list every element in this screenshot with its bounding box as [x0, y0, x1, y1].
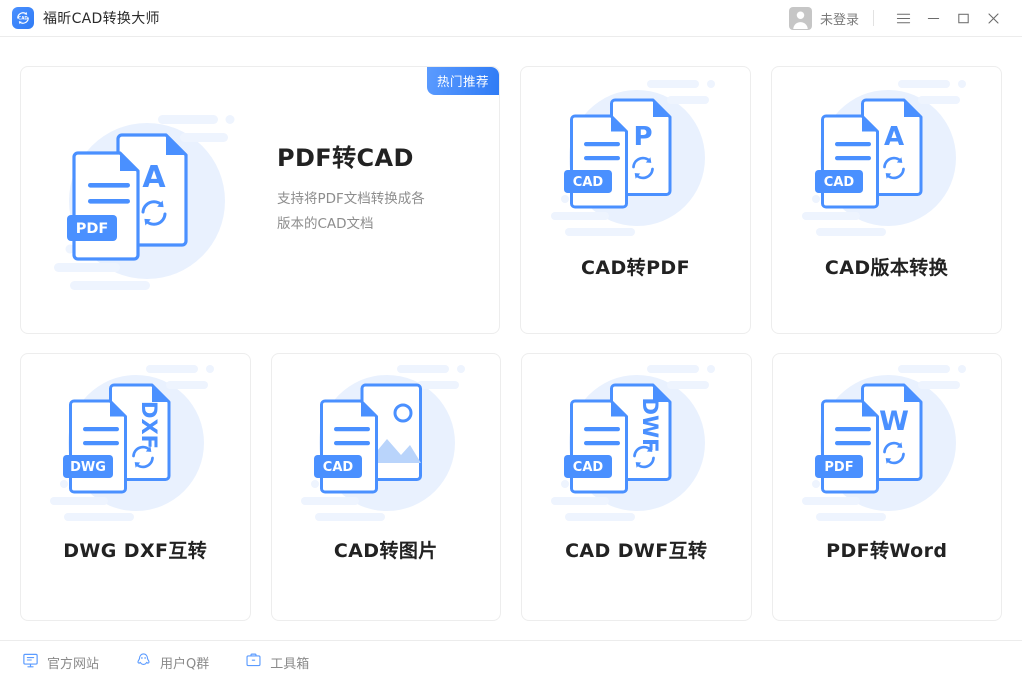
svg-text:CAD: CAD: [18, 16, 28, 21]
card-title: CAD转PDF: [581, 253, 690, 280]
close-icon[interactable]: [978, 5, 1008, 31]
feature-row-1: 热门推荐: [20, 66, 1002, 334]
card-title: PDF转Word: [826, 536, 947, 563]
app-window: CAD 福昕CAD转换大师 未登录: [0, 0, 1022, 684]
svg-text:CAD: CAD: [823, 175, 854, 190]
feature-row-2: DXF: [20, 353, 1002, 621]
cad-version-convert-icon: A: [772, 67, 1001, 253]
card-cad-to-pdf[interactable]: P: [520, 66, 751, 334]
footer-label: 用户Q群: [160, 653, 209, 672]
maximize-icon[interactable]: [948, 5, 978, 31]
monitor-icon: [22, 652, 39, 674]
card-cad-to-image[interactable]: CAD CAD转图片: [271, 353, 502, 621]
featured-title: PDF转CAD: [277, 138, 475, 173]
featured-description: 支持将PDF文档转换成各 版本的CAD文档: [277, 187, 462, 237]
hot-recommend-badge: 热门推荐: [427, 67, 499, 95]
qq-penguin-icon: [135, 652, 152, 674]
footer-label: 官方网站: [47, 653, 99, 672]
cad-refresh-logo-icon: CAD: [12, 7, 34, 29]
footer-item-toolbox[interactable]: 工具箱: [245, 652, 309, 674]
dwg-dxf-convert-icon: DXF: [21, 354, 250, 536]
card-cad-dwf-convert[interactable]: DWF: [521, 353, 752, 621]
feature-grid: 热门推荐: [0, 37, 1022, 640]
minimize-icon[interactable]: [918, 5, 948, 31]
svg-text:CAD: CAD: [323, 460, 354, 475]
card-dwg-dxf-convert[interactable]: DXF: [20, 353, 251, 621]
footer-bar: 官方网站 用户Q群 工具箱: [0, 640, 1022, 684]
svg-text:A: A: [883, 122, 903, 152]
app-title: 福昕CAD转换大师: [43, 8, 160, 28]
cad-dwf-convert-icon: DWF: [522, 354, 751, 536]
footer-item-official-website[interactable]: 官方网站: [22, 652, 99, 674]
card-title: CAD DWF互转: [565, 536, 707, 563]
cad-to-pdf-icon: P: [521, 67, 750, 253]
pdf-to-word-icon: W: [773, 354, 1002, 536]
featured-desc-line-1: 支持将PDF文档转换成各: [277, 187, 462, 212]
card-pdf-to-word[interactable]: W: [772, 353, 1003, 621]
cad-to-image-icon: CAD: [272, 354, 501, 536]
svg-text:DXF: DXF: [137, 401, 161, 449]
featured-text-block: PDF转CAD 支持将PDF文档转换成各 版本的CAD文档: [277, 138, 499, 237]
pdf-to-cad-icon: A: [21, 105, 277, 295]
svg-text:A: A: [142, 160, 166, 195]
card-pdf-to-cad[interactable]: 热门推荐: [20, 66, 500, 334]
title-bar: CAD 福昕CAD转换大师 未登录: [0, 0, 1022, 37]
svg-text:PDF: PDF: [824, 460, 853, 475]
featured-desc-line-2: 版本的CAD文档: [277, 212, 462, 237]
window-controls: [888, 5, 1008, 31]
svg-text:PDF: PDF: [76, 221, 109, 237]
user-avatar-icon: [789, 7, 812, 30]
card-title: DWG DXF互转: [63, 536, 207, 563]
card-title: CAD版本转换: [825, 253, 948, 280]
card-cad-version-convert[interactable]: A: [771, 66, 1002, 334]
svg-text:P: P: [633, 122, 652, 152]
account-label: 未登录: [820, 9, 859, 28]
card-title: CAD转图片: [334, 536, 438, 563]
titlebar-divider: [873, 10, 874, 26]
hamburger-menu-icon[interactable]: [888, 5, 918, 31]
brand: CAD 福昕CAD转换大师: [12, 7, 160, 29]
footer-label: 工具箱: [270, 653, 309, 672]
svg-text:DWF: DWF: [638, 398, 662, 453]
footer-item-user-qq-group[interactable]: 用户Q群: [135, 652, 209, 674]
account-button[interactable]: 未登录: [789, 7, 859, 30]
svg-text:CAD: CAD: [572, 175, 603, 190]
svg-text:DWG: DWG: [70, 460, 106, 475]
svg-text:W: W: [879, 406, 909, 437]
toolbox-icon: [245, 652, 262, 674]
svg-text:CAD: CAD: [573, 460, 604, 475]
